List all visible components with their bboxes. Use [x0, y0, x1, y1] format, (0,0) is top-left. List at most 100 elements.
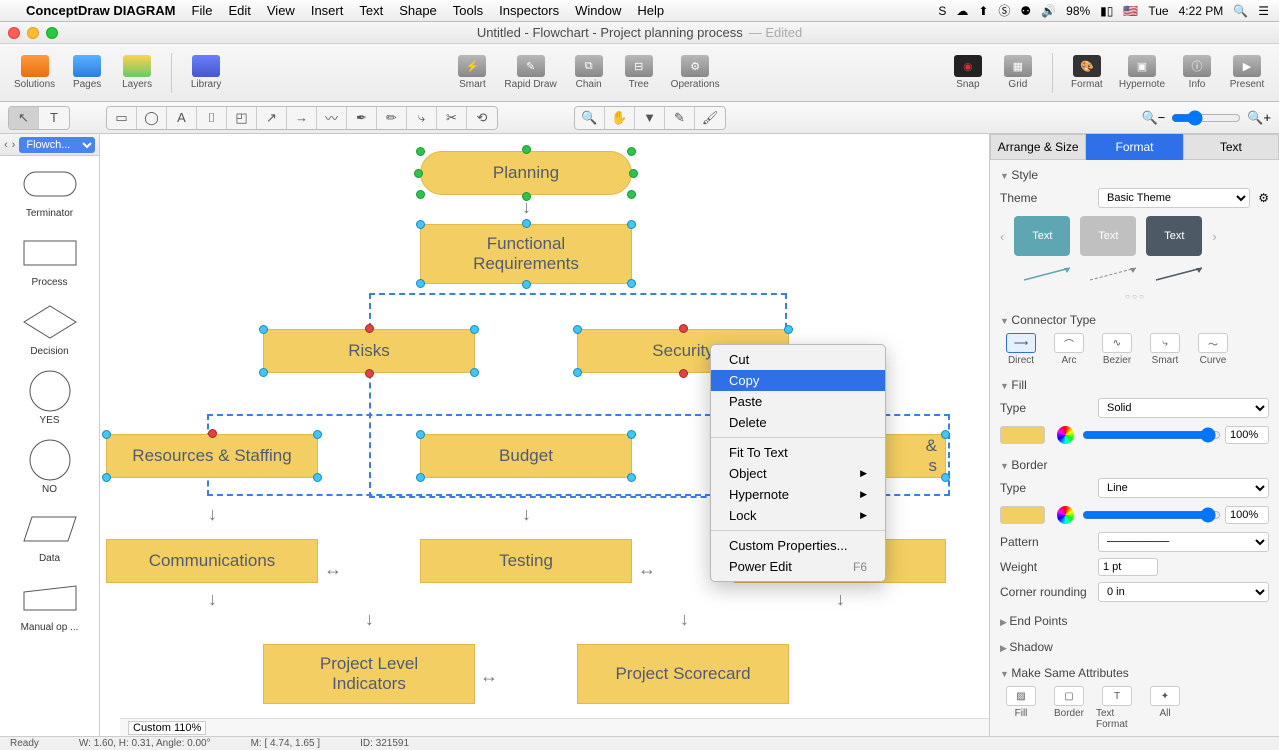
skype-icon[interactable]: Ⓢ	[998, 2, 1010, 19]
zoom-out-icon[interactable]: 🔍−	[1141, 110, 1165, 126]
menu-help[interactable]: Help	[637, 3, 664, 18]
snap-button[interactable]: ◉Snap	[944, 49, 992, 97]
shape-circle[interactable]: YES	[4, 371, 95, 426]
wifi-icon[interactable]: ⚉	[1020, 4, 1031, 18]
node-resources[interactable]: Resources & Staffing	[106, 434, 318, 478]
zoom-slider[interactable]	[1171, 110, 1241, 126]
shape-terminator[interactable]: Terminator	[4, 164, 95, 219]
theme-prev-icon[interactable]: ‹	[1000, 229, 1004, 244]
connector-bezier[interactable]: ∿Bezier	[1096, 333, 1138, 366]
eyedropper-tool[interactable]: ✎	[665, 107, 695, 129]
window-maximize-button[interactable]	[46, 27, 58, 39]
ctx-custom-properties-[interactable]: Custom Properties...	[711, 535, 885, 556]
cloud-icon[interactable]: ☁	[956, 4, 968, 18]
text-box-tool[interactable]: A	[167, 107, 197, 129]
node-scorecard[interactable]: Project Scorecard	[577, 644, 789, 704]
node-functional-requirements[interactable]: Functional Requirements	[420, 224, 632, 284]
shape-circle[interactable]: NO	[4, 440, 95, 495]
info-button[interactable]: ⓘInfo	[1173, 49, 1221, 97]
fill-color-wheel[interactable]	[1057, 426, 1074, 444]
border-color-swatch[interactable]	[1000, 506, 1045, 524]
library-selector[interactable]: Flowch...	[19, 137, 95, 153]
pencil-tool[interactable]: ✏	[377, 107, 407, 129]
present-button[interactable]: ▶Present	[1223, 49, 1271, 97]
fill-color-swatch[interactable]	[1000, 426, 1045, 444]
pen-tool[interactable]: ✒	[347, 107, 377, 129]
shape-process[interactable]: Process	[4, 233, 95, 288]
section-fill[interactable]: Fill	[1000, 378, 1269, 392]
corner-rounding-select[interactable]: 0 in	[1098, 582, 1269, 602]
ctx-power-edit[interactable]: Power EditF6	[711, 556, 885, 577]
zoom-tool[interactable]: 🔍	[575, 107, 605, 129]
tab-arrange-size[interactable]: Arrange & Size	[990, 134, 1086, 160]
volume-icon[interactable]: 🔊	[1041, 4, 1056, 18]
arrow-style-1[interactable]	[1020, 264, 1076, 284]
format-button[interactable]: 🎨Format	[1063, 49, 1111, 97]
status-icon[interactable]: S	[938, 4, 946, 18]
node-planning[interactable]: Planning	[420, 151, 632, 195]
library-button[interactable]: Library	[182, 49, 230, 97]
nav-back-icon[interactable]: ‹	[4, 139, 8, 151]
border-color-wheel[interactable]	[1057, 506, 1074, 524]
zoom-in-icon[interactable]: 🔍+	[1247, 110, 1271, 126]
rapid-draw-button[interactable]: ✎Rapid Draw	[498, 49, 562, 97]
ctx-lock[interactable]: Lock	[711, 505, 885, 526]
menu-inspectors[interactable]: Inspectors	[499, 3, 559, 18]
makesame-border[interactable]: ▢Border	[1048, 686, 1090, 730]
up-icon[interactable]: ⬆	[978, 4, 988, 18]
edit-tool[interactable]: ✂	[437, 107, 467, 129]
pan-tool[interactable]: ✋	[605, 107, 635, 129]
ctx-object[interactable]: Object	[711, 463, 885, 484]
clock-time[interactable]: 4:22 PM	[1179, 4, 1224, 18]
makesame-all[interactable]: ✦All	[1144, 686, 1186, 730]
connector-tool[interactable]: ⤷	[407, 107, 437, 129]
fill-type-select[interactable]: Solid	[1098, 398, 1269, 418]
hypernote-button[interactable]: ▣Hypernote	[1113, 49, 1171, 97]
arrow-style-2[interactable]	[1086, 264, 1142, 284]
callout-tool[interactable]: ◰	[227, 107, 257, 129]
border-type-select[interactable]: Line	[1098, 478, 1269, 498]
menu-text[interactable]: Text	[359, 3, 383, 18]
app-name[interactable]: ConceptDraw DIAGRAM	[26, 3, 176, 18]
ctx-copy[interactable]: Copy	[711, 370, 885, 391]
menu-insert[interactable]: Insert	[311, 3, 344, 18]
fill-opacity-input[interactable]	[1225, 426, 1269, 444]
window-minimize-button[interactable]	[27, 27, 39, 39]
section-border[interactable]: Border	[1000, 458, 1269, 472]
flag-icon[interactable]: 🇺🇸	[1123, 4, 1138, 18]
menu-edit[interactable]: Edit	[228, 3, 250, 18]
stamp-tool[interactable]: ▼	[635, 107, 665, 129]
chain-button[interactable]: ⧉Chain	[565, 49, 613, 97]
node-budget[interactable]: Budget	[420, 434, 632, 478]
shape-manual[interactable]: Manual op ...	[4, 578, 95, 633]
ctx-fit-to-text[interactable]: Fit To Text	[711, 442, 885, 463]
section-endpoints[interactable]: End Points	[1000, 614, 1269, 628]
battery-icon[interactable]: ▮▯	[1100, 4, 1113, 18]
notification-icon[interactable]: ☰	[1258, 4, 1269, 18]
ctx-delete[interactable]: Delete	[711, 412, 885, 433]
ctx-paste[interactable]: Paste	[711, 391, 885, 412]
border-pattern-select[interactable]: ────────	[1098, 532, 1269, 552]
nav-fwd-icon[interactable]: ›	[12, 139, 16, 151]
battery-percent[interactable]: 98%	[1066, 4, 1090, 18]
node-pli[interactable]: Project Level Indicators	[263, 644, 475, 704]
textframe-tool[interactable]: ⌷	[197, 107, 227, 129]
node-communications[interactable]: Communications	[106, 539, 318, 583]
theme-swatch-2[interactable]: Text	[1080, 216, 1136, 256]
connector-direct[interactable]: ⟶Direct	[1000, 333, 1042, 366]
spotlight-icon[interactable]: 🔍	[1233, 4, 1248, 18]
theme-swatch-1[interactable]: Text	[1014, 216, 1070, 256]
curve-tool[interactable]: 〰	[317, 107, 347, 129]
theme-select[interactable]: Basic Theme	[1098, 188, 1250, 208]
pages-button[interactable]: Pages	[63, 49, 111, 97]
shape-decision[interactable]: Decision	[4, 302, 95, 357]
canvas[interactable]: Planning Functional Requirements Risks	[100, 134, 989, 738]
fill-opacity-slider[interactable]	[1082, 424, 1221, 446]
grid-button[interactable]: ▦Grid	[994, 49, 1042, 97]
tab-format[interactable]: Format	[1086, 134, 1182, 160]
tree-button[interactable]: ⊟Tree	[615, 49, 663, 97]
section-shadow[interactable]: Shadow	[1000, 640, 1269, 654]
node-risks[interactable]: Risks	[263, 329, 475, 373]
makesame-fill[interactable]: ▨Fill	[1000, 686, 1042, 730]
clock-day[interactable]: Tue	[1148, 4, 1168, 18]
